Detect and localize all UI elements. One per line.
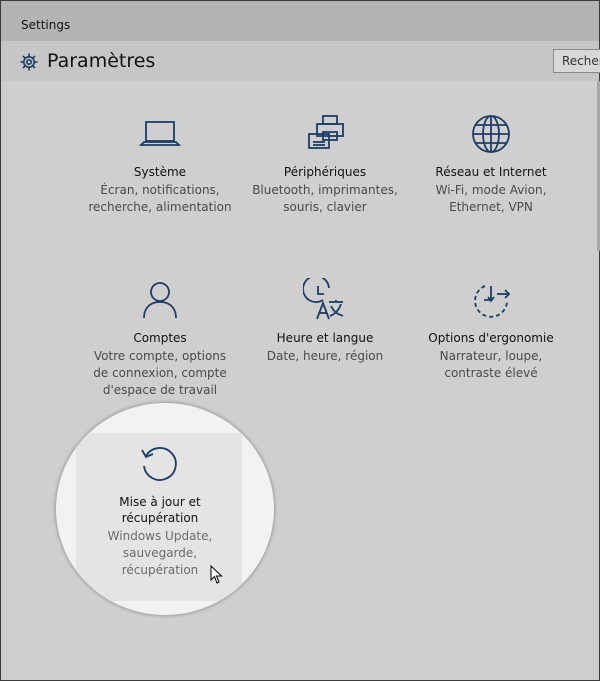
- tile-title: Options d'ergonomie: [428, 331, 554, 345]
- devices-icon: [308, 115, 344, 149]
- window-title: Settings: [21, 18, 71, 32]
- tile-description: Date, heure, région: [266, 349, 384, 363]
- tile-title: Système: [133, 165, 187, 179]
- tile-reseau-internet[interactable]: Réseau et Internet Wi-Fi, mode Avion, Et…: [416, 112, 566, 216]
- tile-title: Heure et langue: [276, 331, 374, 345]
- refresh-icon: [141, 447, 177, 481]
- search-input[interactable]: [553, 49, 600, 73]
- person-icon: [143, 282, 177, 319]
- gear-icon: [20, 53, 38, 71]
- tile-description: Narrateur, loupe, contraste élevé: [439, 349, 543, 380]
- tile-description: Écran, notifications, recherche, aliment…: [88, 183, 232, 214]
- tile-options-ergonomie[interactable]: Options d'ergonomie Narrateur, loupe, co…: [416, 278, 566, 382]
- ease-of-access-icon: [474, 285, 511, 318]
- tile-title: Périphériques: [283, 165, 367, 179]
- tile-title: Comptes: [133, 331, 187, 345]
- laptop-icon: [138, 121, 182, 146]
- tile-heure-langue[interactable]: Heure et langue Date, heure, région: [250, 278, 400, 365]
- tile-description: Wi-Fi, mode Avion, Ethernet, VPN: [435, 183, 547, 214]
- time-language-icon: [303, 278, 344, 320]
- mouse-cursor-icon: [210, 565, 223, 584]
- tile-description: Bluetooth, imprimantes, souris, clavier: [252, 183, 398, 214]
- tile-peripheriques[interactable]: Périphériques Bluetooth, imprimantes, so…: [250, 112, 400, 216]
- title-bar[interactable]: Settings: [1, 1, 599, 41]
- page-title: Paramètres: [47, 50, 156, 72]
- tile-mise-a-jour[interactable]: Mise à jour et récupération Windows Upda…: [85, 442, 235, 579]
- header-bar: Paramètres: [1, 41, 599, 81]
- tile-title: Mise à jour et récupération: [119, 495, 201, 525]
- globe-icon: [472, 115, 510, 153]
- tile-title: Réseau et Internet: [435, 165, 547, 179]
- tile-comptes[interactable]: Comptes Votre compte, options de connexi…: [85, 278, 235, 399]
- tile-systeme[interactable]: Système Écran, notifications, recherche,…: [85, 112, 235, 216]
- tile-description: Votre compte, options de connexion, comp…: [93, 349, 227, 397]
